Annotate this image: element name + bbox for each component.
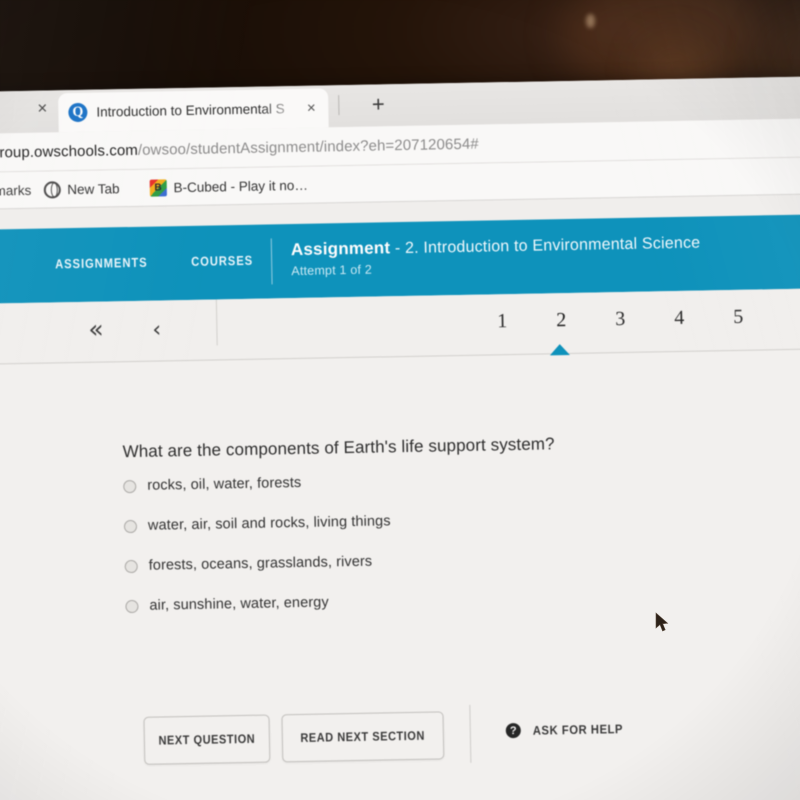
read-next-section-label: READ NEXT SECTION bbox=[300, 728, 426, 745]
bezel-specular-dot bbox=[586, 14, 595, 28]
top-bar-divider bbox=[270, 238, 273, 285]
bookmark-label: New Tab bbox=[67, 180, 120, 197]
answer-option[interactable]: water, air, soil and rocks, living thing… bbox=[123, 513, 391, 534]
tab-close-icon[interactable]: × bbox=[302, 100, 320, 117]
page-content: ASSIGNMENTS COURSES Assignment - 2. Intr… bbox=[0, 213, 800, 800]
question-number-5[interactable]: 5 bbox=[726, 306, 750, 329]
browser-window: × Q Introduction to Environmental S × + … bbox=[0, 75, 800, 800]
answer-options-list: rocks, oil, water, forests water, air, s… bbox=[123, 473, 392, 614]
quizlet-favicon-icon: Q bbox=[68, 102, 88, 123]
question-number-2-label: 2 bbox=[556, 309, 567, 332]
url-host: troup.owschools.com bbox=[0, 141, 139, 161]
new-tab-icon[interactable]: + bbox=[366, 91, 390, 116]
active-question-caret-icon bbox=[549, 343, 570, 356]
first-question-icon[interactable]: « bbox=[88, 315, 104, 344]
bookmark-label: B-Cubed - Play it no… bbox=[173, 177, 308, 195]
bcubed-icon bbox=[149, 178, 167, 197]
tab-title: Introduction to Environmental S bbox=[96, 101, 285, 120]
next-question-button[interactable]: NEXT QUESTION bbox=[143, 714, 271, 765]
bookmark-new-tab[interactable]: New Tab bbox=[43, 180, 120, 199]
assignment-name: - 2. Introduction to Environmental Scien… bbox=[390, 234, 701, 258]
bookmark-bcubed[interactable]: B-Cubed - Play it no… bbox=[149, 176, 308, 197]
ask-for-help-label: ASK FOR HELP bbox=[532, 721, 624, 738]
next-question-label: NEXT QUESTION bbox=[158, 731, 256, 748]
question-number-1[interactable]: 1 bbox=[490, 310, 514, 333]
help-circle-icon bbox=[505, 722, 521, 739]
answer-option-label: forests, oceans, grasslands, rivers bbox=[148, 553, 373, 574]
radio-button[interactable] bbox=[125, 599, 139, 613]
photo-of-screen: × Q Introduction to Environmental S × + … bbox=[0, 0, 800, 800]
attempt-counter: Attempt 1 of 2 bbox=[291, 262, 373, 279]
url-path: /owsoo/studentAssignment/index?eh=207120… bbox=[137, 135, 479, 159]
nav-assignments[interactable]: ASSIGNMENTS bbox=[55, 255, 148, 272]
assignment-title-block: Assignment - 2. Introduction to Environm… bbox=[291, 233, 701, 278]
answer-option-label: water, air, soil and rocks, living thing… bbox=[147, 513, 391, 534]
url-text: troup.owschools.com/owsoo/studentAssignm… bbox=[0, 135, 479, 161]
question-nav-divider bbox=[215, 299, 218, 346]
question-number-4[interactable]: 4 bbox=[667, 307, 691, 330]
close-icon[interactable]: × bbox=[32, 98, 52, 118]
question-number-2[interactable]: 2 bbox=[549, 309, 573, 356]
tab-divider bbox=[338, 95, 340, 116]
radio-button[interactable] bbox=[123, 479, 137, 493]
previous-question-icon[interactable]: ‹ bbox=[152, 316, 161, 344]
answer-option-label: air, sunshine, water, energy bbox=[149, 594, 329, 614]
question-number-list: 1 2 3 4 5 bbox=[490, 306, 750, 356]
answer-option[interactable]: air, sunshine, water, energy bbox=[125, 593, 392, 614]
ask-for-help-button[interactable]: ASK FOR HELP bbox=[505, 721, 634, 739]
radio-button[interactable] bbox=[123, 519, 138, 533]
answer-option[interactable]: rocks, oil, water, forests bbox=[123, 473, 390, 494]
answer-option[interactable]: forests, oceans, grasslands, rivers bbox=[124, 553, 392, 574]
question-number-3[interactable]: 3 bbox=[608, 308, 632, 331]
footer-divider bbox=[469, 704, 472, 763]
read-next-section-button[interactable]: READ NEXT SECTION bbox=[281, 711, 445, 763]
radio-button[interactable] bbox=[124, 559, 138, 573]
assignment-label: Assignment bbox=[290, 238, 391, 260]
question-text: What are the components of Earth's life … bbox=[122, 434, 555, 462]
bookmarks-label: kmarks bbox=[0, 182, 32, 199]
footer-actions: NEXT QUESTION READ NEXT SECTION ASK FOR … bbox=[0, 704, 800, 765]
nav-courses[interactable]: COURSES bbox=[191, 253, 253, 269]
browser-tab[interactable]: Q Introduction to Environmental S × bbox=[58, 88, 329, 133]
globe-icon bbox=[43, 180, 61, 199]
answer-option-label: rocks, oil, water, forests bbox=[147, 474, 302, 494]
